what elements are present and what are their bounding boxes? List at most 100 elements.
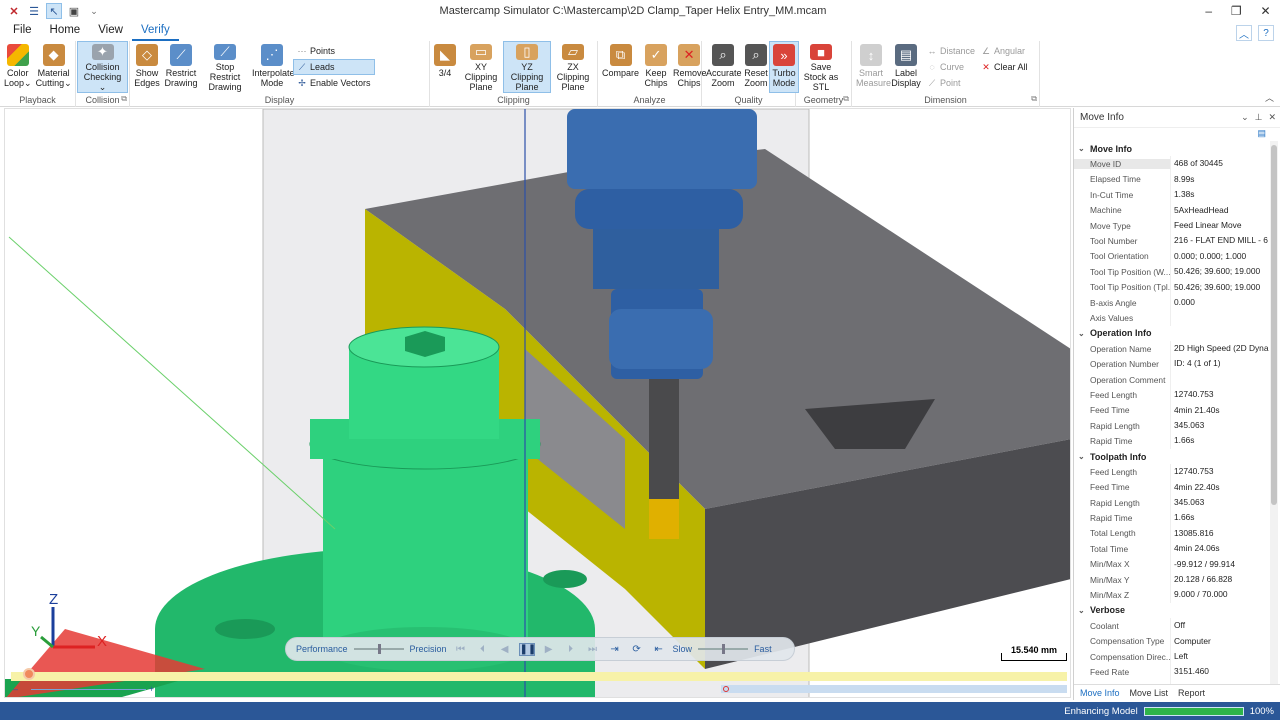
- 3d-viewport[interactable]: Z X Y 15.540 mm Performance Precision ⏮ …: [4, 108, 1071, 698]
- property-row[interactable]: Coolant Off: [1074, 618, 1269, 634]
- property-row[interactable]: Tool Orientation 0.000; 0.000; 1.000: [1074, 248, 1269, 265]
- section-header[interactable]: ⌄ Verbose: [1074, 603, 1269, 618]
- property-row[interactable]: Rapid Length 345.063: [1074, 418, 1269, 434]
- property-row[interactable]: Min/Max X -99.912 / 99.914: [1074, 556, 1269, 572]
- color-loop-button[interactable]: Color Loop⌄: [2, 42, 34, 92]
- property-row[interactable]: Move Type Feed Linear Move: [1074, 217, 1269, 234]
- collision-checking-button[interactable]: ✦ Collision Checking ⌄: [77, 41, 128, 93]
- reset-zoom-button[interactable]: ⌕ Reset Zoom: [742, 42, 770, 92]
- go-to-end-icon[interactable]: ⏭: [585, 644, 601, 655]
- clear-all-button[interactable]: ✕ Clear All: [978, 60, 1031, 74]
- simulation-scene[interactable]: [5, 109, 1071, 698]
- tab-view[interactable]: View: [89, 22, 132, 41]
- speed-slider[interactable]: [698, 644, 749, 654]
- property-row[interactable]: Operation Number ID: 4 (1 of 1): [1074, 356, 1269, 372]
- timeline-operation-bar[interactable]: [721, 685, 1067, 693]
- collision-launcher-icon[interactable]: ⧉: [121, 94, 127, 104]
- property-row[interactable]: In-Cut Time 1.38s: [1074, 187, 1269, 203]
- tab-move-list[interactable]: Move List: [1130, 688, 1169, 698]
- distance-tool[interactable]: ↔ Distance: [924, 44, 978, 58]
- timeline-marker[interactable]: [723, 686, 729, 692]
- enable-vectors-toggle[interactable]: ✢ Enable Vectors: [294, 76, 374, 90]
- save-stock-stl-button[interactable]: ■ Save Stock as STL: [798, 42, 844, 92]
- section-header[interactable]: ⌄ Toolpath Info: [1074, 449, 1269, 464]
- panel-options-icon[interactable]: ▤: [1257, 128, 1266, 138]
- section-header[interactable]: ⌄ Move Info: [1074, 141, 1269, 156]
- panel-dropdown-icon[interactable]: ⌄: [1241, 112, 1249, 123]
- run-to-icon[interactable]: ⇥: [607, 644, 623, 655]
- collapse-ribbon-caret-icon[interactable]: ︿: [1265, 91, 1280, 106]
- keep-chips-button[interactable]: ✓ Keep Chips: [641, 42, 671, 92]
- go-to-start-icon[interactable]: ⏮: [453, 644, 469, 655]
- collapse-caret-icon[interactable]: ⌄: [1078, 606, 1090, 615]
- property-row[interactable]: Total Time 4min 24.06s: [1074, 541, 1269, 557]
- label-display-button[interactable]: ▤ Label Display: [888, 42, 924, 92]
- angular-tool[interactable]: ∠ Angular: [978, 44, 1031, 58]
- compare-button[interactable]: ⧉ Compare: [600, 42, 641, 92]
- loop-icon[interactable]: ⟳: [629, 644, 645, 655]
- property-row[interactable]: Rapid Length 345.063: [1074, 494, 1269, 511]
- customize-dropdown-icon[interactable]: ⌄: [86, 3, 102, 19]
- close-icon[interactable]: ✕: [1261, 4, 1271, 18]
- property-row[interactable]: Move ID 468 of 30445: [1074, 156, 1269, 172]
- app-logo-icon[interactable]: ✕: [6, 3, 22, 19]
- leads-toggle[interactable]: ⟋ Leads: [293, 59, 375, 75]
- tab-verify[interactable]: Verify: [131, 22, 179, 41]
- zoom-in-icon[interactable]: +: [149, 684, 154, 694]
- play-back-icon[interactable]: ◀: [497, 644, 513, 655]
- section-header[interactable]: ⌄ Operation Info: [1074, 326, 1269, 341]
- property-row[interactable]: Tool Tip Position (W... 50.426; 39.600; 1…: [1074, 264, 1269, 280]
- property-row[interactable]: Min/Max Y 20.128 / 66.828: [1074, 571, 1269, 588]
- property-row[interactable]: Total Length 13085.816: [1074, 525, 1269, 542]
- property-row[interactable]: Tool Tip Position (Tpl... 50.426; 39.600;…: [1074, 279, 1269, 295]
- property-row[interactable]: Tool Number 216 - FLAT END MILL - 6: [1074, 233, 1269, 249]
- play-icon[interactable]: ▶: [541, 644, 557, 655]
- property-row[interactable]: Min/Max Z 9.000 / 70.000: [1074, 587, 1269, 603]
- help-icon[interactable]: ?: [1258, 25, 1274, 41]
- property-row[interactable]: Compensation Direc... Left: [1074, 648, 1269, 665]
- property-row[interactable]: Rapid Time 1.66s: [1074, 510, 1269, 526]
- panel-close-icon[interactable]: ✕: [1268, 112, 1276, 123]
- pin-icon[interactable]: ⊥: [1255, 112, 1263, 123]
- tab-home[interactable]: Home: [41, 22, 90, 41]
- property-row[interactable]: Rapid Time 1.66s: [1074, 433, 1269, 449]
- layers-icon[interactable]: ☰: [26, 3, 42, 19]
- collapse-caret-icon[interactable]: ⌄: [1078, 452, 1090, 461]
- points-toggle[interactable]: ⋯ Points: [294, 44, 374, 58]
- point-tool[interactable]: ⟋ Point: [924, 76, 978, 90]
- turbo-mode-button[interactable]: » Turbo Mode: [769, 41, 799, 93]
- smart-measure-button[interactable]: ↕ Smart Measure: [854, 42, 891, 92]
- zx-clipping-plane-button[interactable]: ▱ ZX Clipping Plane: [550, 42, 596, 92]
- panel-scrollbar[interactable]: [1270, 141, 1278, 684]
- restore-icon[interactable]: ❐: [1231, 4, 1242, 18]
- property-row[interactable]: Feed Time 4min 22.40s: [1074, 479, 1269, 495]
- panel-icon[interactable]: ▣: [66, 3, 82, 19]
- property-row[interactable]: Axis Values: [1074, 310, 1269, 326]
- property-row[interactable]: Machine 5AxHeadHead: [1074, 202, 1269, 218]
- xy-clipping-plane-button[interactable]: ▭ XY Clipping Plane: [458, 42, 504, 92]
- curve-tool[interactable]: ◌ Curve: [924, 60, 978, 74]
- accurate-zoom-button[interactable]: ⌕ Accurate Zoom: [704, 42, 742, 92]
- property-row[interactable]: Feed Rate 3151.460: [1074, 664, 1269, 680]
- collapse-caret-icon[interactable]: ⌄: [1078, 329, 1090, 338]
- stop-conditions-icon[interactable]: ⇤: [651, 644, 667, 655]
- tab-report[interactable]: Report: [1178, 688, 1205, 698]
- collapse-caret-icon[interactable]: ⌄: [1078, 144, 1090, 153]
- material-cutting-button[interactable]: ◆ Material Cutting⌄: [34, 42, 74, 92]
- dimension-launcher-icon[interactable]: ⧉: [1031, 94, 1037, 104]
- interpolate-mode-button[interactable]: ⋰ Interpolate Mode: [250, 42, 295, 92]
- timeline[interactable]: – +: [11, 667, 1067, 697]
- minimize-icon[interactable]: –: [1205, 4, 1212, 18]
- property-row[interactable]: Operation Name 2D High Speed (2D Dynar: [1074, 341, 1269, 357]
- show-edges-button[interactable]: ◇ Show Edges: [132, 42, 162, 92]
- tab-move-info[interactable]: Move Info: [1080, 688, 1120, 698]
- property-row[interactable]: Elapsed Time 8.99s: [1074, 171, 1269, 188]
- yz-clipping-plane-button[interactable]: ▯ YZ Clipping Plane: [503, 41, 551, 93]
- property-row[interactable]: Operation Comment: [1074, 371, 1269, 388]
- step-back-icon[interactable]: ⏴: [475, 644, 491, 655]
- step-forward-icon[interactable]: ⏵: [563, 644, 579, 655]
- property-row[interactable]: Feed Length 12740.753: [1074, 464, 1269, 480]
- three-quarter-button[interactable]: ◣ 3/4: [432, 42, 458, 92]
- stop-restrict-drawing-button[interactable]: ⟋ Stop Restrict Drawing: [200, 42, 250, 92]
- pause-icon[interactable]: ❚❚: [518, 642, 536, 656]
